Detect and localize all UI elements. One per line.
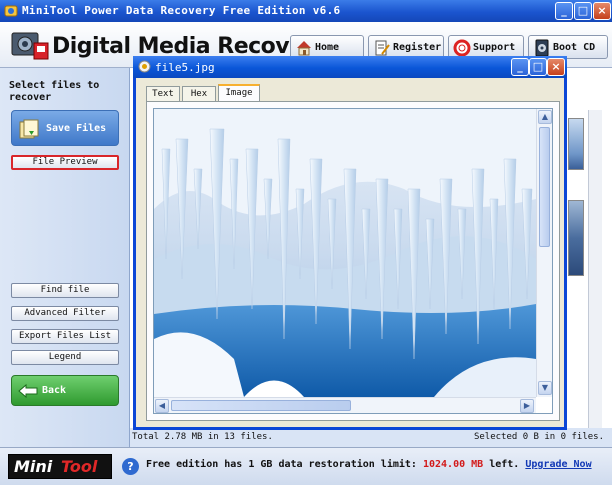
total-files-status: Total 2.78 MB in 13 files. bbox=[132, 432, 273, 442]
back-arrow-icon bbox=[18, 384, 38, 398]
sidebar-heading: Select files to recover bbox=[9, 80, 100, 103]
preview-vertical-scrollbar[interactable]: ▲ ▼ bbox=[536, 109, 552, 397]
tab-text[interactable]: Text bbox=[146, 86, 180, 101]
image-file-icon bbox=[138, 60, 151, 73]
bottom-bar: Mini Tool ? Free edition has 1 GB data r… bbox=[0, 447, 612, 485]
app-title: MiniTool Power Data Recovery Free Editio… bbox=[22, 4, 341, 17]
maximize-button[interactable]: □ bbox=[574, 2, 592, 20]
scroll-right-arrow-icon[interactable]: ▶ bbox=[520, 399, 534, 413]
scroll-left-arrow-icon[interactable]: ◀ bbox=[155, 399, 169, 413]
app-icon bbox=[4, 5, 18, 17]
status-bar: Total 2.78 MB in 13 files. Selected 0 B … bbox=[130, 430, 612, 444]
scroll-up-arrow-icon[interactable]: ▲ bbox=[538, 110, 552, 124]
digital-media-logo-icon bbox=[11, 32, 49, 60]
support-icon bbox=[453, 39, 471, 57]
dialog-title: file5.jpg bbox=[155, 61, 215, 74]
find-file-button[interactable]: Find file bbox=[11, 283, 119, 298]
file-thumbnail[interactable] bbox=[568, 200, 584, 276]
selected-files-status: Selected 0 B in 0 files. bbox=[473, 432, 604, 442]
dialog-minimize-button[interactable]: _ bbox=[511, 58, 529, 76]
app-title-bar: MiniTool Power Data Recovery Free Editio… bbox=[0, 0, 612, 22]
help-icon[interactable]: ? bbox=[122, 458, 139, 475]
dialog-close-button[interactable]: × bbox=[547, 58, 565, 76]
ice-cave-image bbox=[154, 109, 536, 397]
horizontal-scroll-thumb[interactable] bbox=[171, 400, 351, 411]
legend-button[interactable]: Legend bbox=[11, 350, 119, 365]
register-icon bbox=[375, 40, 390, 56]
image-tab-panel: ▲ ▼ ◀ ▶ bbox=[146, 101, 560, 421]
dialog-title-bar[interactable]: file5.jpg _ □ × bbox=[133, 56, 567, 78]
file-thumbnail[interactable] bbox=[568, 118, 584, 170]
advanced-filter-button[interactable]: Advanced Filter bbox=[11, 306, 119, 321]
file-preview-button[interactable]: File Preview bbox=[11, 155, 119, 170]
scroll-down-arrow-icon[interactable]: ▼ bbox=[538, 381, 552, 395]
close-button[interactable]: × bbox=[593, 2, 611, 20]
limit-value: 1024.00 MB bbox=[422, 459, 484, 470]
back-button[interactable]: Back bbox=[11, 375, 119, 406]
home-icon bbox=[297, 41, 311, 56]
boot-cd-icon bbox=[535, 39, 549, 57]
preview-horizontal-scrollbar[interactable]: ◀ ▶ bbox=[154, 397, 536, 413]
file-list-scrollbar[interactable] bbox=[588, 110, 602, 428]
tab-hex[interactable]: Hex bbox=[182, 86, 216, 101]
file-preview-dialog: file5.jpg _ □ × Text Hex Image ▲ ▼ ◀ ▶ bbox=[133, 56, 567, 430]
minitool-logo: Mini Tool bbox=[8, 454, 112, 479]
upgrade-now-link[interactable]: Upgrade Now bbox=[525, 459, 591, 470]
vertical-scroll-thumb[interactable] bbox=[539, 127, 550, 247]
save-files-icon bbox=[19, 119, 39, 139]
minimize-button[interactable]: _ bbox=[555, 2, 573, 20]
image-preview: ▲ ▼ ◀ ▶ bbox=[153, 108, 553, 414]
restoration-limit-text: Free edition has 1 GB data restoration l… bbox=[146, 459, 592, 470]
tab-image[interactable]: Image bbox=[218, 84, 260, 102]
dialog-maximize-button[interactable]: □ bbox=[529, 58, 547, 76]
save-files-button[interactable]: Save Files bbox=[11, 110, 119, 146]
export-files-list-button[interactable]: Export Files List bbox=[11, 329, 119, 344]
sidebar: Select files to recover Save Files File … bbox=[0, 68, 130, 448]
